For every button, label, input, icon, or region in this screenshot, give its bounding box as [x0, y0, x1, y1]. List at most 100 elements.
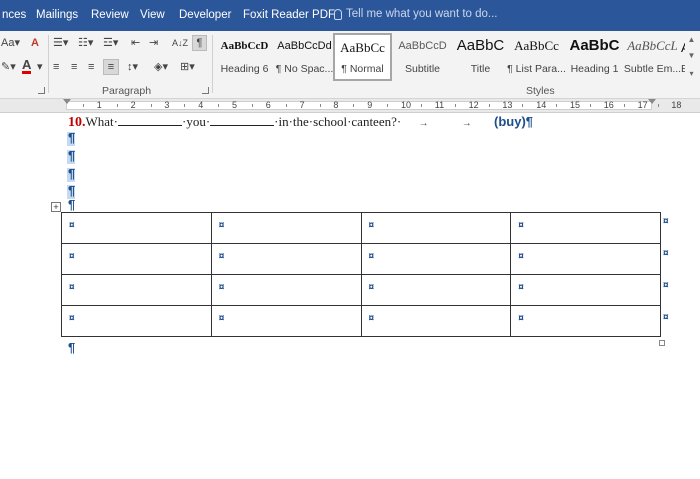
shading-icon[interactable]: ◈▾	[154, 61, 168, 73]
tab-mailings[interactable]: Mailings	[36, 9, 78, 21]
gallery-more-icon[interactable]: ▾	[685, 69, 698, 78]
tab-developer[interactable]: Developer	[179, 9, 231, 21]
table-cell[interactable]: ¤	[510, 243, 661, 275]
align-right-icon[interactable]: ≡	[88, 61, 94, 73]
ruler-tick	[522, 104, 524, 107]
verb-hint: (buy)¶	[494, 114, 533, 129]
table-cell[interactable]: ¤	[210, 243, 362, 275]
align-left-icon[interactable]: ≡	[53, 61, 59, 73]
table-cell[interactable]: ¤	[360, 274, 512, 306]
decrease-indent-icon[interactable]: ⇤	[131, 37, 140, 49]
first-line-indent-marker[interactable]	[63, 99, 71, 104]
right-indent-marker[interactable]	[648, 99, 656, 104]
cell-end-mark: ¤	[69, 313, 75, 324]
table-cell[interactable]: ¤	[210, 305, 362, 337]
ruler-number: 11	[434, 100, 445, 110]
table-move-handle-icon[interactable]: +	[51, 202, 61, 212]
style-subtle-emphasis[interactable]: AaBbCcL Subtle Em...	[623, 33, 682, 81]
ruler-number: 17	[637, 100, 648, 110]
cell-end-mark: ¤	[368, 251, 375, 262]
ruler-tick	[116, 104, 118, 107]
multilevel-list-icon[interactable]: ☲▾	[103, 37, 118, 49]
tab-arrow-1: →	[418, 118, 429, 129]
tab-view[interactable]: View	[140, 9, 165, 21]
justify-icon[interactable]: ≡	[103, 59, 119, 75]
table-cell[interactable]: ¤	[360, 243, 512, 275]
table-resize-handle[interactable]	[659, 340, 665, 346]
cell-end-mark: ¤	[518, 282, 524, 293]
cell-end-mark: ¤	[218, 251, 225, 262]
style-heading-1[interactable]: AaBbC Heading 1	[565, 33, 624, 81]
tab-references[interactable]: nces	[2, 9, 26, 21]
lightbulb-icon	[334, 8, 342, 20]
increase-indent-icon[interactable]: ⇥	[149, 37, 158, 49]
font-color-icon[interactable]: A	[22, 58, 32, 74]
bullets-icon[interactable]: ☰▾	[53, 37, 68, 49]
tell-me-placeholder: Tell me what you want to do...	[346, 8, 498, 20]
paragraph-mark: ¶	[68, 148, 76, 163]
gallery-scroll-up-icon[interactable]: ▲	[685, 35, 698, 44]
empty-table[interactable]: ¤ ¤ ¤ ¤ ¤ ¤ ¤ ¤ ¤ ¤ ¤ ¤ ¤ ¤ ¤ ¤	[61, 212, 661, 337]
ruler-number: 12	[468, 100, 479, 110]
style-heading-6[interactable]: AaBbCcD Heading 6	[215, 33, 274, 81]
ruler-tick	[420, 104, 422, 107]
table-cell[interactable]: ¤	[510, 212, 661, 244]
tab-arrow-2: →	[461, 118, 472, 129]
table-cell[interactable]: ¤	[61, 212, 212, 244]
cell-end-mark: ¤	[69, 282, 75, 293]
table-cell[interactable]: ¤	[61, 305, 212, 337]
style-normal[interactable]: AaBbCc ¶ Normal	[333, 33, 392, 81]
sort-button[interactable]: A↓Z	[172, 37, 188, 49]
clear-formatting-icon[interactable]: A	[31, 37, 39, 49]
table-cell[interactable]: ¤	[210, 274, 362, 306]
cell-end-mark: ¤	[518, 313, 524, 324]
ruler-number: 1	[96, 100, 102, 110]
table-cell[interactable]: ¤	[61, 243, 212, 275]
table-row: ¤ ¤ ¤ ¤	[61, 305, 661, 337]
group-separator	[212, 35, 213, 93]
show-formatting-marks-button[interactable]: ¶	[192, 35, 207, 51]
style-title[interactable]: AaBbC Title	[451, 33, 510, 81]
ruler-tick	[387, 104, 389, 107]
highlight-color-icon[interactable]: ✎▾	[1, 61, 16, 73]
question-number: 10.	[68, 115, 86, 130]
ruler-active-area	[66, 101, 652, 110]
row-end-mark: ¤	[663, 216, 669, 227]
cell-end-mark: ¤	[218, 313, 225, 324]
question-line: 10.What· ·you· ·in·the·school·canteen?· → …	[68, 114, 472, 131]
cell-end-mark: ¤	[69, 251, 75, 262]
tab-foxit-reader-pdf[interactable]: Foxit Reader PDF	[243, 9, 335, 21]
table-cell[interactable]: ¤	[360, 212, 512, 244]
document-page[interactable]: 10.What· ·you· ·in·the·school·canteen?· → …	[0, 114, 700, 479]
style-no-spacing[interactable]: AaBbCcDd ¶ No Spac...	[275, 33, 334, 81]
ruler-number: 4	[198, 100, 204, 110]
tab-review[interactable]: Review	[91, 9, 129, 21]
ruler-tick	[556, 104, 558, 107]
font-color-dropdown-icon[interactable]: ▾	[37, 61, 43, 73]
table-cell[interactable]: ¤	[210, 212, 362, 244]
paragraph-launcher-icon[interactable]	[202, 87, 209, 94]
gallery-scroll-down-icon[interactable]: ▼	[685, 51, 698, 60]
line-spacing-icon[interactable]: ↕▾	[127, 61, 138, 73]
table-cell[interactable]: ¤	[510, 305, 661, 337]
font-launcher-icon[interactable]	[38, 87, 45, 94]
row-end-mark: ¤	[663, 312, 669, 323]
ribbon-tab-bar: nces Mailings Review View Developer Foxi…	[0, 0, 700, 31]
table-cell[interactable]: ¤	[360, 305, 512, 337]
tell-me-box[interactable]: Tell me what you want to do...	[334, 8, 498, 20]
change-case-button[interactable]: Aa▾	[1, 37, 20, 49]
ruler-number: 15	[570, 100, 581, 110]
style-subtitle[interactable]: AaBbCcD Subtitle	[393, 33, 452, 81]
ruler-number: 9	[367, 100, 373, 110]
horizontal-ruler[interactable]: 1 2 3 4 5 6 7 8 9 10 11 12 13 14 15 16 17 18	[0, 99, 700, 113]
align-center-icon[interactable]: ≡	[71, 61, 77, 73]
borders-icon[interactable]: ⊞▾	[180, 61, 195, 73]
table-cell[interactable]: ¤	[61, 274, 212, 306]
ruler-number: 6	[265, 100, 271, 110]
ruler-tick	[82, 104, 84, 107]
table-cell[interactable]: ¤	[510, 274, 661, 306]
ruler-tick	[319, 104, 321, 107]
numbering-icon[interactable]: ☷▾	[78, 37, 93, 49]
row-end-mark: ¤	[663, 248, 669, 259]
style-list-paragraph[interactable]: AaBbCc ¶ List Para...	[507, 33, 566, 81]
